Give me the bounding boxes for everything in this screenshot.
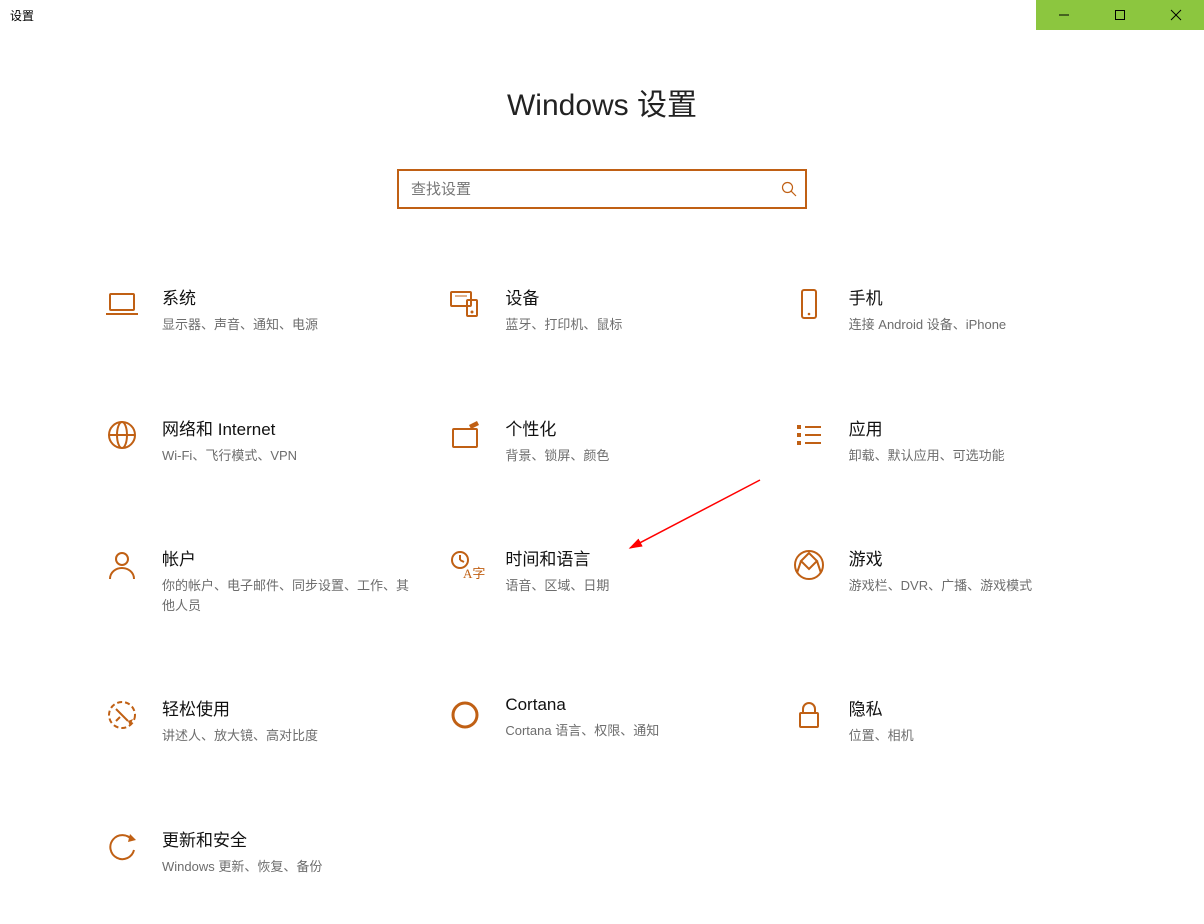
tile-title: 系统	[162, 284, 415, 309]
time-language-icon: A字	[445, 545, 485, 585]
tile-subtitle: 你的帐户、电子邮件、同步设置、工作、其他人员	[162, 576, 415, 615]
ease-icon	[102, 695, 142, 735]
tile-title: 时间和语言	[505, 545, 758, 570]
close-button[interactable]	[1148, 0, 1204, 30]
tile-subtitle: 位置、相机	[849, 726, 1102, 746]
cortana-icon	[445, 695, 485, 735]
tile-gaming[interactable]: 游戏 游戏栏、DVR、广播、游戏模式	[789, 545, 1102, 615]
tile-title: 游戏	[849, 545, 1102, 570]
list-icon	[789, 415, 829, 455]
tile-subtitle: 背景、锁屏、颜色	[505, 446, 758, 466]
maximize-icon	[1114, 9, 1126, 21]
tile-update-security[interactable]: 更新和安全 Windows 更新、恢复、备份	[102, 826, 415, 877]
globe-icon	[102, 415, 142, 455]
close-icon	[1170, 9, 1182, 21]
tile-title: Cortana	[505, 695, 758, 715]
tile-accounts[interactable]: 帐户 你的帐户、电子邮件、同步设置、工作、其他人员	[102, 545, 415, 615]
tile-title: 个性化	[505, 415, 758, 440]
minimize-icon	[1058, 9, 1070, 21]
tile-title: 隐私	[849, 695, 1102, 720]
laptop-icon	[102, 284, 142, 324]
update-icon	[102, 826, 142, 866]
tile-apps[interactable]: 应用 卸载、默认应用、可选功能	[789, 415, 1102, 466]
maximize-button[interactable]	[1092, 0, 1148, 30]
phone-icon	[789, 284, 829, 324]
titlebar: 设置	[0, 0, 1204, 30]
tile-subtitle: 连接 Android 设备、iPhone	[849, 315, 1102, 335]
tile-subtitle: 语音、区域、日期	[505, 576, 758, 596]
search-container	[0, 169, 1204, 209]
tile-subtitle: 游戏栏、DVR、广播、游戏模式	[849, 576, 1102, 596]
window-controls	[1036, 0, 1204, 30]
tile-subtitle: 显示器、声音、通知、电源	[162, 315, 415, 335]
search-icon	[781, 181, 797, 197]
person-icon	[102, 545, 142, 585]
search-input[interactable]	[411, 181, 781, 198]
tile-phone[interactable]: 手机 连接 Android 设备、iPhone	[789, 284, 1102, 335]
tile-system[interactable]: 系统 显示器、声音、通知、电源	[102, 284, 415, 335]
tile-cortana[interactable]: Cortana Cortana 语言、权限、通知	[445, 695, 758, 746]
tile-title: 设备	[505, 284, 758, 309]
paint-icon	[445, 415, 485, 455]
gaming-icon	[789, 545, 829, 585]
search-box[interactable]	[397, 169, 807, 209]
tile-subtitle: Cortana 语言、权限、通知	[505, 721, 758, 741]
window-title: 设置	[0, 7, 1036, 24]
tile-time-language[interactable]: A字 时间和语言 语音、区域、日期	[445, 545, 758, 615]
tile-network[interactable]: 网络和 Internet Wi-Fi、飞行模式、VPN	[102, 415, 415, 466]
devices-icon	[445, 284, 485, 324]
tile-subtitle: 卸载、默认应用、可选功能	[849, 446, 1102, 466]
tile-devices[interactable]: 设备 蓝牙、打印机、鼠标	[445, 284, 758, 335]
tile-title: 更新和安全	[162, 826, 415, 851]
tile-title: 手机	[849, 284, 1102, 309]
tile-privacy[interactable]: 隐私 位置、相机	[789, 695, 1102, 746]
tile-title: 帐户	[162, 545, 415, 570]
tile-subtitle: Wi-Fi、飞行模式、VPN	[162, 446, 415, 466]
tile-title: 网络和 Internet	[162, 415, 415, 440]
settings-grid: 系统 显示器、声音、通知、电源 设备 蓝牙、打印机、鼠标 手机 连接 Andro…	[102, 284, 1102, 876]
tile-subtitle: Windows 更新、恢复、备份	[162, 857, 415, 877]
lock-icon	[789, 695, 829, 735]
tile-title: 轻松使用	[162, 695, 415, 720]
tile-subtitle: 讲述人、放大镜、高对比度	[162, 726, 415, 746]
svg-text:A字: A字	[463, 566, 485, 581]
tile-personalization[interactable]: 个性化 背景、锁屏、颜色	[445, 415, 758, 466]
tile-ease-of-access[interactable]: 轻松使用 讲述人、放大镜、高对比度	[102, 695, 415, 746]
page-heading: Windows 设置	[0, 80, 1204, 124]
minimize-button[interactable]	[1036, 0, 1092, 30]
tile-subtitle: 蓝牙、打印机、鼠标	[505, 315, 758, 335]
tile-title: 应用	[849, 415, 1102, 440]
